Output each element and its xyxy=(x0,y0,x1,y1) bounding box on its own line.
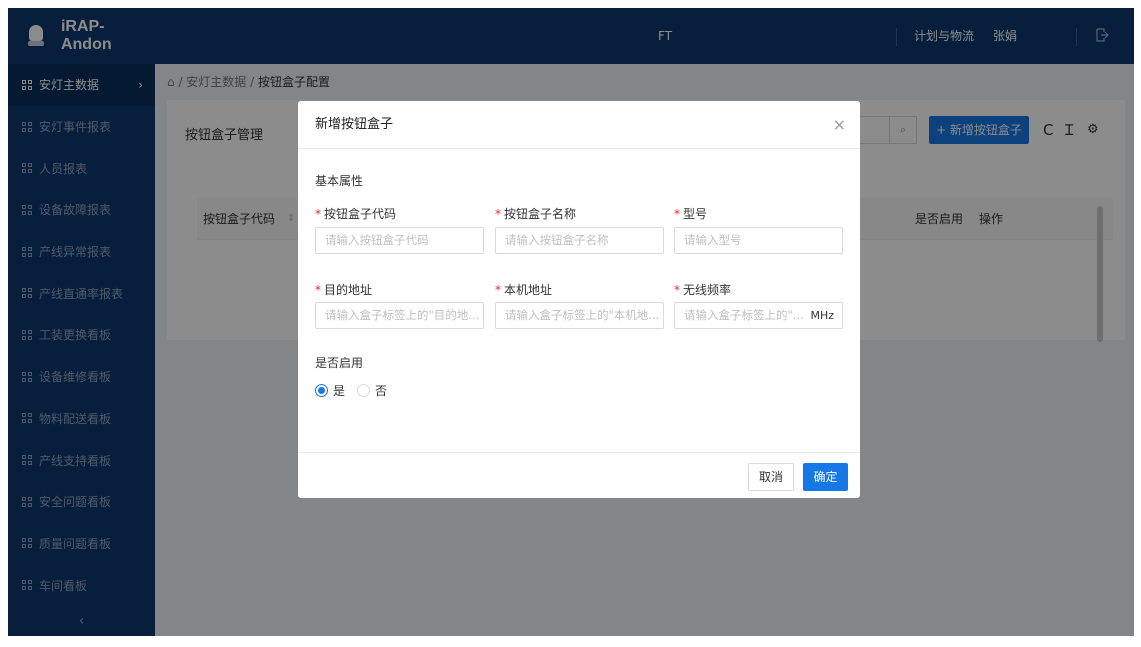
required-mark: * xyxy=(315,207,321,221)
field-label-text: 无线频率 xyxy=(683,283,732,297)
dialog-header: 新增按钮盒子 × xyxy=(298,101,860,149)
input-placeholder: 请输入按钮盒子名称 xyxy=(505,233,609,247)
input-placeholder: 请输入盒子标签上的"本机地... xyxy=(505,308,660,322)
input-placeholder: 请输入盒子标签上的"目的地... xyxy=(325,308,480,322)
field-label-local-address: * 本机地址 xyxy=(495,281,552,298)
cancel-button[interactable]: 取消 xyxy=(748,463,794,491)
field-label-text: 目的地址 xyxy=(324,283,373,297)
dialog-title: 新增按钮盒子 xyxy=(315,117,394,132)
required-mark: * xyxy=(495,283,501,297)
radio-no-label[interactable]: 否 xyxy=(375,382,387,399)
section-title: 基本属性 xyxy=(315,174,364,188)
field-label-text: 型号 xyxy=(683,207,708,221)
field-label-text: 按钮盒子代码 xyxy=(324,207,397,221)
input-placeholder: 请输入型号 xyxy=(684,233,742,247)
field-label-text: 按钮盒子名称 xyxy=(504,207,577,221)
field-label-enabled: 是否启用 xyxy=(315,356,364,370)
field-label-frequency: * 无线频率 xyxy=(674,281,731,298)
radio-yes-label[interactable]: 是 xyxy=(333,382,345,399)
field-label-code: * 按钮盒子代码 xyxy=(315,205,396,222)
local-address-input[interactable]: 请输入盒子标签上的"本机地... xyxy=(495,302,664,329)
add-button-box-dialog: 新增按钮盒子 × 基本属性 * 按钮盒子代码 请输入按钮盒子代码 * 按钮盒子名称 … xyxy=(298,101,860,498)
required-mark: * xyxy=(674,283,680,297)
required-mark: * xyxy=(674,207,680,221)
field-label-name: * 按钮盒子名称 xyxy=(495,205,576,222)
confirm-button[interactable]: 确定 xyxy=(803,463,848,491)
close-icon[interactable]: × xyxy=(833,116,846,134)
radio-yes[interactable] xyxy=(315,384,328,397)
model-input[interactable]: 请输入型号 xyxy=(674,227,843,254)
required-mark: * xyxy=(315,283,321,297)
input-placeholder: 请输入盒子标签上的"... xyxy=(684,308,804,322)
field-label-text: 本机地址 xyxy=(504,283,553,297)
app-window: iRAP-Andon FT 计划与物流 张娟 安灯主数据 › 安灯事件报表 人员… xyxy=(8,8,1134,636)
dialog-footer: 取消 确定 xyxy=(298,452,860,498)
field-label-destination-address: * 目的地址 xyxy=(315,281,372,298)
enabled-radio-group: 是 否 xyxy=(315,382,399,399)
unit-suffix: MHz xyxy=(810,309,834,322)
input-placeholder: 请输入按钮盒子代码 xyxy=(325,233,429,247)
field-label-model: * 型号 xyxy=(674,205,707,222)
radio-no[interactable] xyxy=(357,384,371,397)
button-box-code-input[interactable]: 请输入按钮盒子代码 xyxy=(315,227,484,254)
button-box-name-input[interactable]: 请输入按钮盒子名称 xyxy=(495,227,664,254)
destination-address-input[interactable]: 请输入盒子标签上的"目的地... xyxy=(315,302,484,329)
required-mark: * xyxy=(495,207,501,221)
wireless-frequency-input[interactable]: 请输入盒子标签上的"... MHz xyxy=(674,302,843,329)
